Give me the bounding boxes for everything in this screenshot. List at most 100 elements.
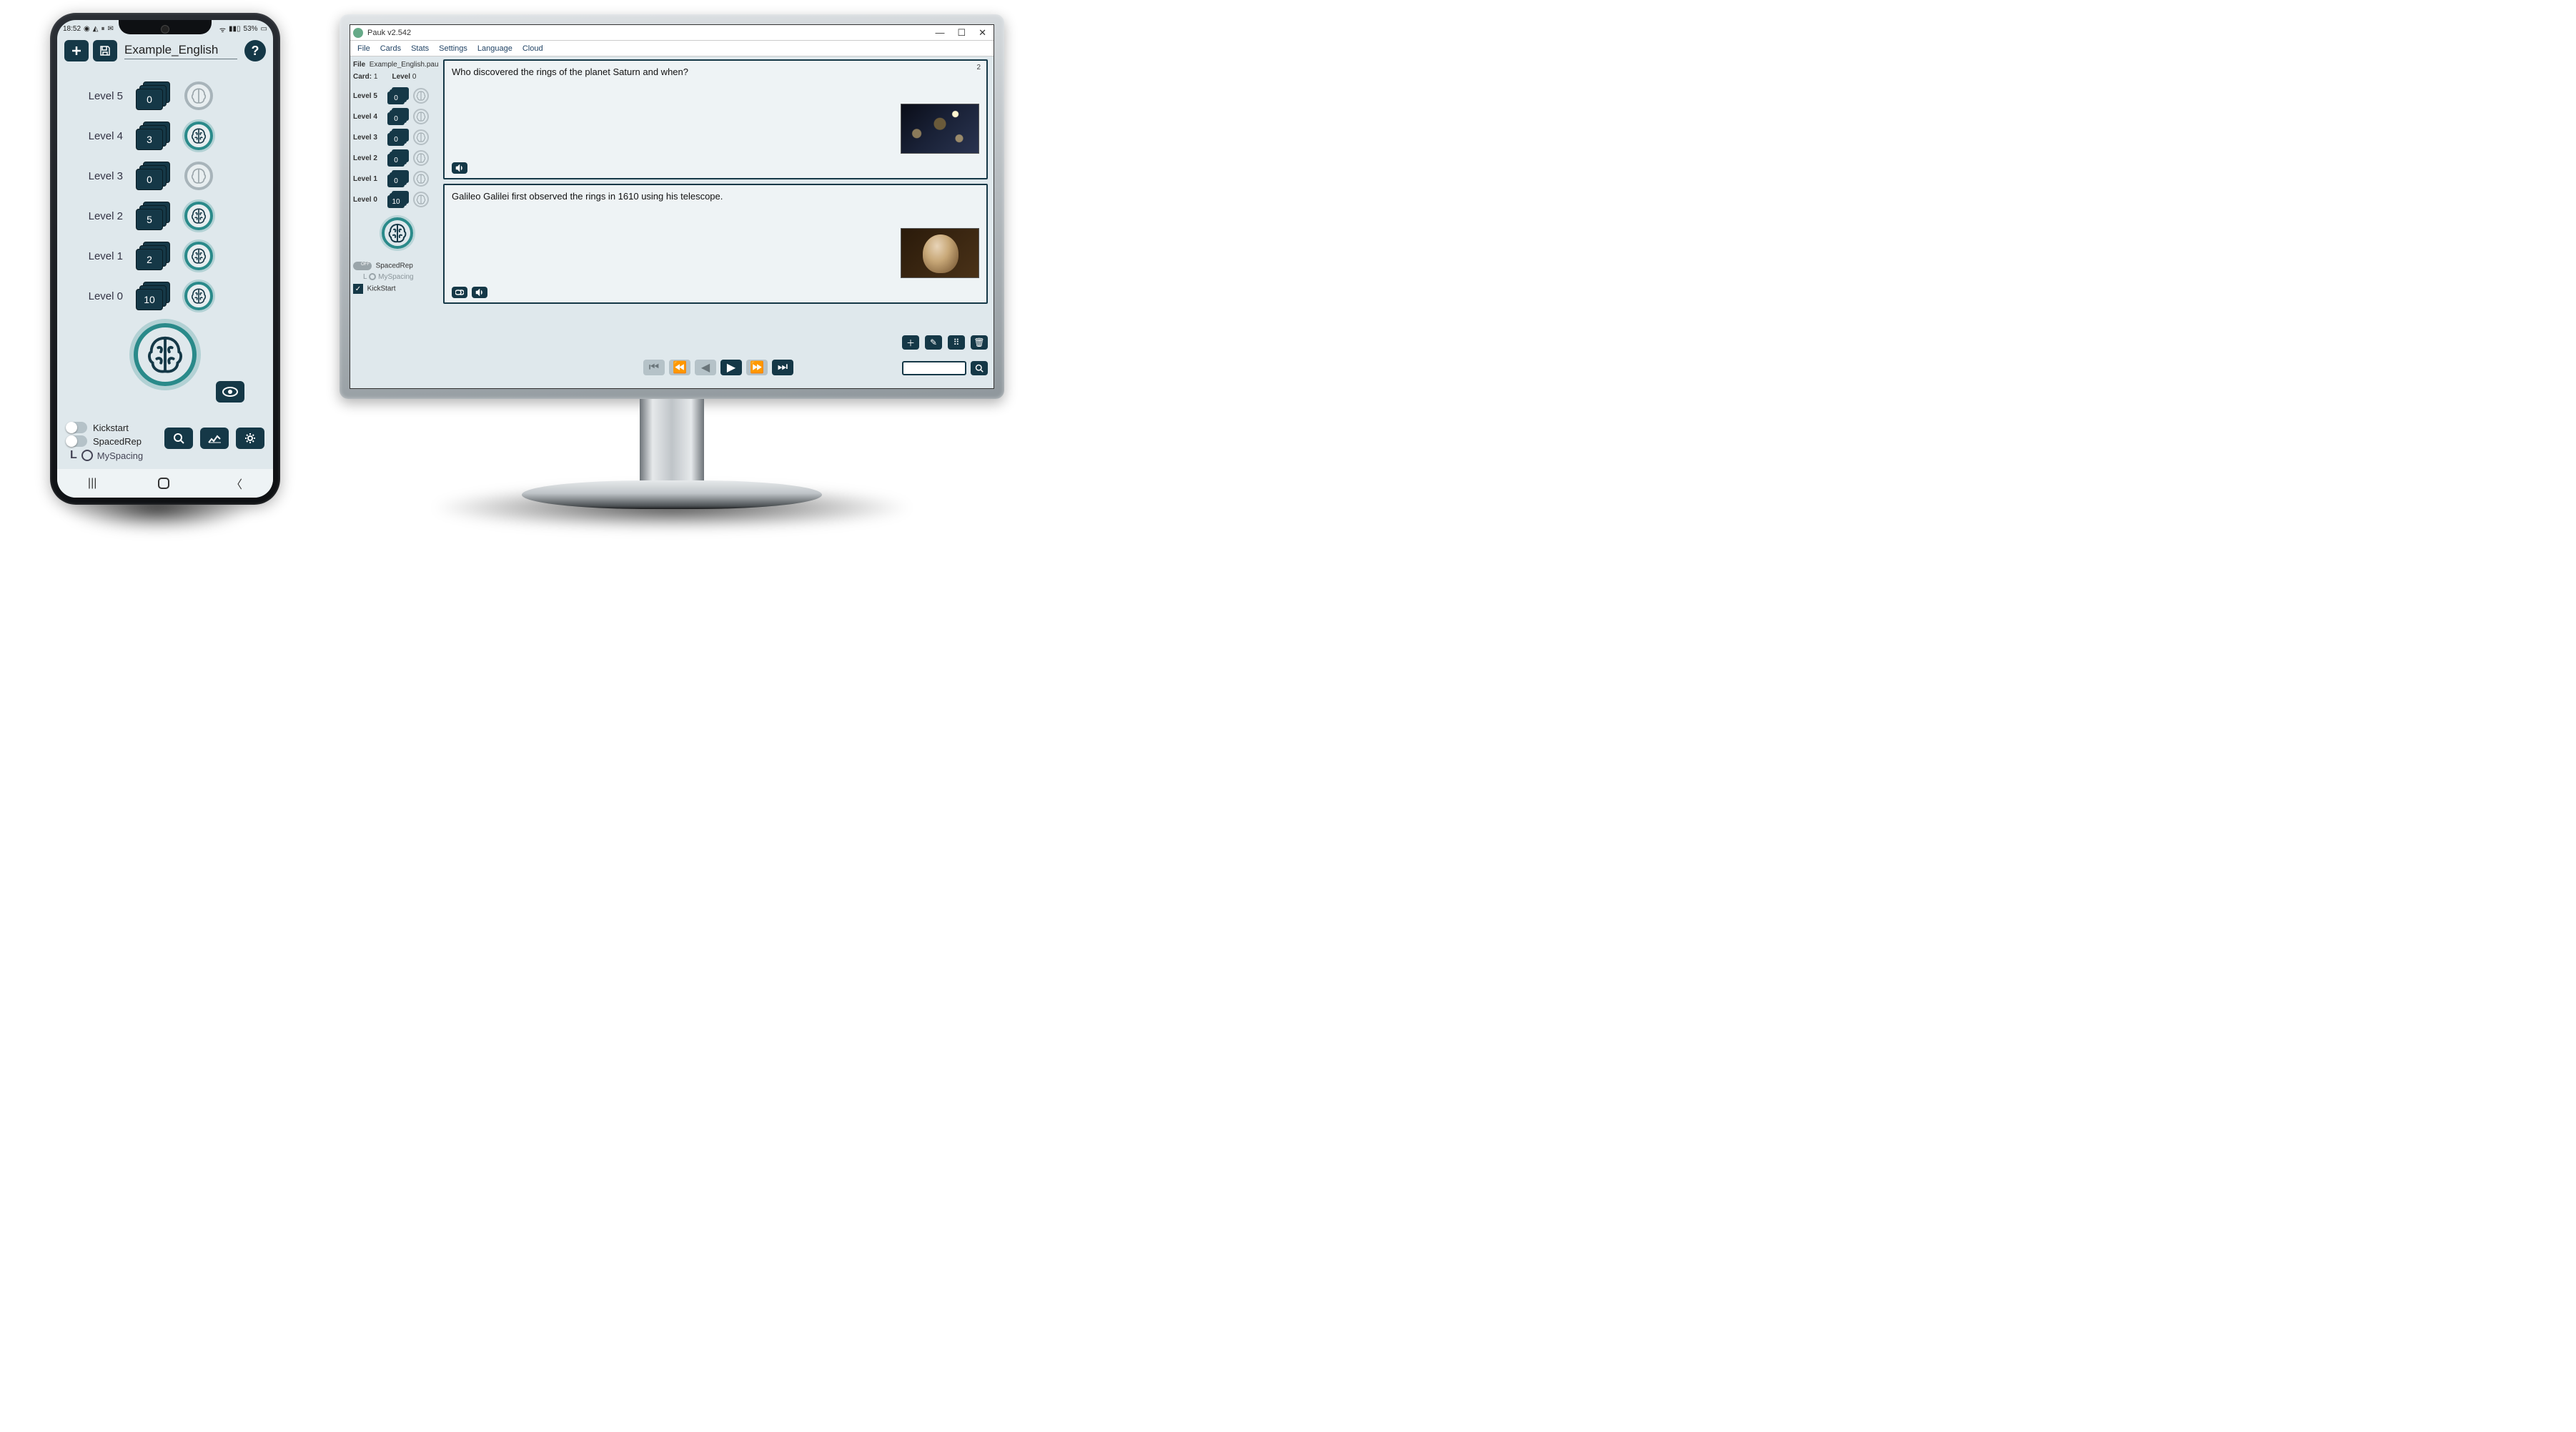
settings-button[interactable]	[236, 428, 264, 449]
menu-language[interactable]: Language	[477, 44, 512, 53]
menu-settings[interactable]: Settings	[439, 44, 467, 53]
mobile-footer: Kickstart SpacedRep L MySpacing	[57, 420, 273, 462]
search-button[interactable]	[164, 428, 193, 449]
forward-button[interactable]: ⏩	[746, 360, 768, 375]
level-count-d: 0	[387, 174, 405, 187]
search-button-d[interactable]	[971, 361, 988, 375]
add-card-button[interactable]: ＋	[902, 335, 919, 350]
play-button[interactable]: ▶	[720, 360, 742, 375]
rewind-button[interactable]: ⏪	[669, 360, 690, 375]
back-button[interactable]: 〈	[231, 475, 242, 492]
card-stack-d[interactable]: 0	[387, 149, 409, 167]
first-icon: ⏮	[649, 361, 659, 374]
kickstart-check[interactable]: ✓	[353, 284, 363, 294]
study-level-button[interactable]	[184, 122, 213, 150]
monitor-bezel: Pauk v2.542 — ☐ ✕ File Cards Stats Setti…	[340, 14, 1004, 399]
study-all-button[interactable]	[134, 323, 197, 386]
search-input[interactable]	[902, 361, 966, 375]
speaker-icon	[475, 289, 484, 296]
myspacing-radio-d[interactable]	[369, 273, 376, 280]
card-stack-d[interactable]: 0	[387, 170, 409, 187]
brain-icon	[415, 111, 427, 122]
level-label-d: Level 2	[353, 154, 383, 162]
card-stack[interactable]: 0	[136, 162, 172, 190]
study-level-button-d[interactable]	[413, 171, 429, 187]
study-level-button[interactable]	[184, 202, 213, 230]
telegram-icon: ◭	[93, 25, 99, 33]
brain-icon	[415, 173, 427, 184]
android-nav: ||| 〈	[57, 469, 273, 498]
status-time: 18:52	[63, 25, 81, 33]
spacedrep-toggle[interactable]	[66, 435, 87, 447]
level-row: Level 1 2	[63, 236, 267, 276]
home-button[interactable]	[158, 478, 169, 489]
whatsapp-icon: ◉	[84, 25, 90, 33]
plus-icon	[71, 45, 82, 56]
card-stack[interactable]: 3	[136, 122, 172, 150]
close-button[interactable]: ✕	[979, 27, 986, 39]
speaker-icon	[455, 164, 464, 172]
app-icon	[353, 28, 363, 38]
level-count: 3	[136, 129, 163, 150]
study-level-button-d[interactable]	[413, 129, 429, 145]
edit-card-button[interactable]: ✎	[925, 335, 942, 350]
file-title[interactable]: Example_English	[124, 43, 237, 59]
menu-cloud[interactable]: Cloud	[522, 44, 543, 53]
brain-icon	[189, 287, 208, 305]
audio-button-q[interactable]	[452, 162, 467, 174]
level-count-d: 10	[387, 195, 405, 208]
menu-stats[interactable]: Stats	[411, 44, 429, 53]
card-stack-d[interactable]: 0	[387, 87, 409, 104]
recent-apps-button[interactable]: |||	[88, 477, 96, 490]
card-stack-d[interactable]: 0	[387, 129, 409, 146]
level-label-d: Level 5	[353, 92, 383, 100]
maximize-button[interactable]: ☐	[957, 27, 966, 39]
menu-file[interactable]: File	[357, 44, 370, 53]
card-stack-d[interactable]: 10	[387, 191, 409, 208]
level-row: Level 5 0	[63, 76, 267, 116]
play-icon: ▶	[727, 360, 735, 375]
question-number: 2	[976, 64, 981, 71]
link-button[interactable]	[452, 287, 467, 298]
card-stack[interactable]: 5	[136, 202, 172, 230]
study-level-button-d[interactable]	[413, 192, 429, 207]
signal-icon: ▮▮▯	[229, 25, 241, 33]
help-button[interactable]: ?	[244, 40, 266, 61]
delete-card-button[interactable]: 🗑	[971, 335, 988, 350]
kickstart-toggle[interactable]	[66, 422, 87, 433]
add-button[interactable]	[64, 40, 89, 61]
level-row: Level 3 0	[63, 156, 267, 196]
last-button[interactable]: ⏭	[772, 360, 793, 375]
study-button[interactable]	[382, 217, 413, 249]
study-level-button-d[interactable]	[413, 88, 429, 104]
study-level-button[interactable]	[184, 242, 213, 270]
level-row-d: Level 2 0	[353, 149, 440, 167]
desktop-main: 2 Who discovered the rings of the planet…	[443, 56, 994, 388]
stats-button[interactable]	[200, 428, 229, 449]
study-level-button-d[interactable]	[413, 150, 429, 166]
kickstart-label: Kickstart	[93, 423, 129, 433]
study-level-button[interactable]	[184, 282, 213, 310]
brain-icon	[386, 222, 409, 245]
grid-button[interactable]: ⠿	[948, 335, 965, 350]
card-stack-d[interactable]: 0	[387, 108, 409, 125]
study-level-button[interactable]	[184, 82, 213, 110]
minimize-button[interactable]: —	[935, 27, 944, 39]
view-button[interactable]	[216, 381, 244, 403]
study-level-button[interactable]	[184, 162, 213, 190]
spacedrep-toggle-d[interactable]	[353, 262, 372, 270]
card-label: Card:	[353, 73, 372, 81]
l-indicator: L	[70, 449, 77, 462]
study-level-button-d[interactable]	[413, 109, 429, 124]
card-stack[interactable]: 10	[136, 282, 172, 310]
question-image	[901, 104, 979, 154]
prev-button[interactable]: ◀	[695, 360, 716, 375]
audio-button-a[interactable]	[472, 287, 487, 298]
card-stack[interactable]: 2	[136, 242, 172, 270]
card-stack[interactable]: 0	[136, 82, 172, 110]
first-button[interactable]: ⏮	[643, 360, 665, 375]
phone-notch	[119, 20, 212, 34]
myspacing-radio[interactable]	[81, 450, 93, 461]
save-button[interactable]	[93, 40, 117, 61]
menu-cards[interactable]: Cards	[380, 44, 401, 53]
